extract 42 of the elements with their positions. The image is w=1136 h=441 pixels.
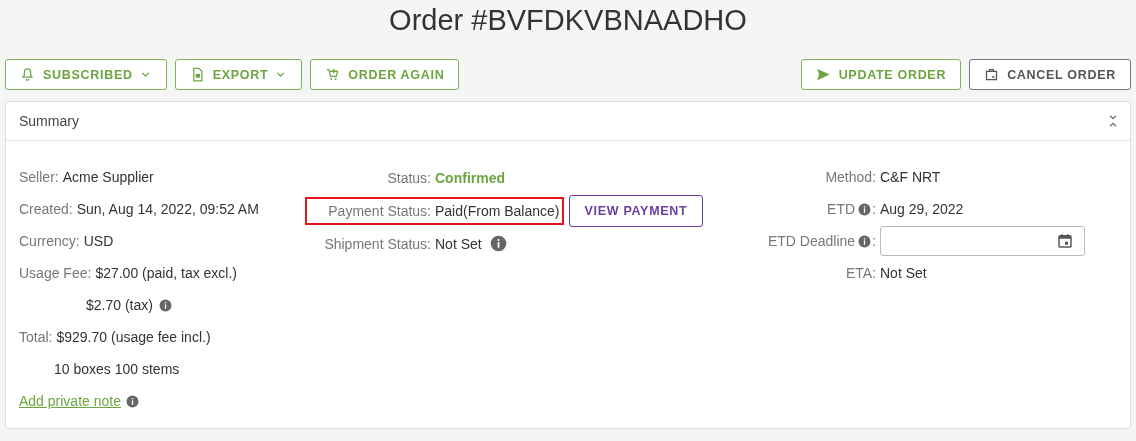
field-value: $2.70 (tax)	[86, 297, 153, 313]
field-label: Created:	[19, 201, 73, 217]
colon-text: :	[872, 201, 876, 217]
field-value: Not Set	[880, 265, 927, 281]
send-icon	[815, 67, 831, 82]
field-value: Acme Supplier	[62, 169, 154, 185]
toolbar-button[interactable]: EXPORT	[174, 59, 303, 90]
toolbar-button[interactable]: UPDATE ORDER	[800, 59, 962, 90]
colon-text: :	[872, 233, 876, 249]
field-label: Status:	[386, 169, 431, 186]
view-payment-button[interactable]: VIEW PAYMENT	[568, 194, 704, 227]
toolbar-button[interactable]: CANCEL ORDER	[969, 59, 1131, 90]
calendar-icon	[1056, 232, 1074, 250]
add-note-link[interactable]: Add private note	[19, 393, 121, 409]
field-label: ETD Deadline	[767, 233, 856, 249]
toolbar-button[interactable]: SUBSCRIBED	[5, 59, 167, 90]
field-value: Aug 29, 2022	[880, 201, 964, 217]
bag-icon	[984, 67, 1000, 82]
date-input-field[interactable]	[880, 226, 1085, 256]
field-label: Total:	[19, 329, 53, 345]
section-title: Summary	[19, 113, 79, 129]
bell-icon	[20, 67, 35, 82]
field-label: ETD	[827, 201, 856, 217]
status-value: Confirmed	[435, 169, 505, 186]
field-label: Payment Status:	[327, 202, 431, 219]
field-label: Shipment Status:	[323, 235, 431, 252]
field-value: C&F NRT	[880, 169, 941, 185]
cart-plus-icon	[325, 67, 341, 82]
field-label: Seller:	[19, 169, 59, 185]
field-label: Usage Fee:	[19, 265, 92, 281]
toolbar-button[interactable]: ORDER AGAIN	[310, 59, 460, 90]
field-value: $27.00 (paid, tax excl.)	[95, 265, 237, 281]
field-value: USD	[83, 233, 114, 249]
field-value: 10 boxes 100 stems	[54, 361, 180, 377]
field-label: Currency:	[19, 233, 80, 249]
field-value: Sun, Aug 14, 2022, 09:52 AM	[76, 201, 259, 217]
field-value: Paid(From Balance)	[435, 202, 560, 219]
field-value: Not Set	[435, 235, 482, 252]
field-label: ETA:	[845, 265, 876, 281]
page-title: Order #BVFDKVBNAADHO	[388, 3, 748, 38]
field-value: $929.70 (usage fee incl.)	[56, 329, 211, 345]
field-label: Method:	[825, 169, 876, 185]
